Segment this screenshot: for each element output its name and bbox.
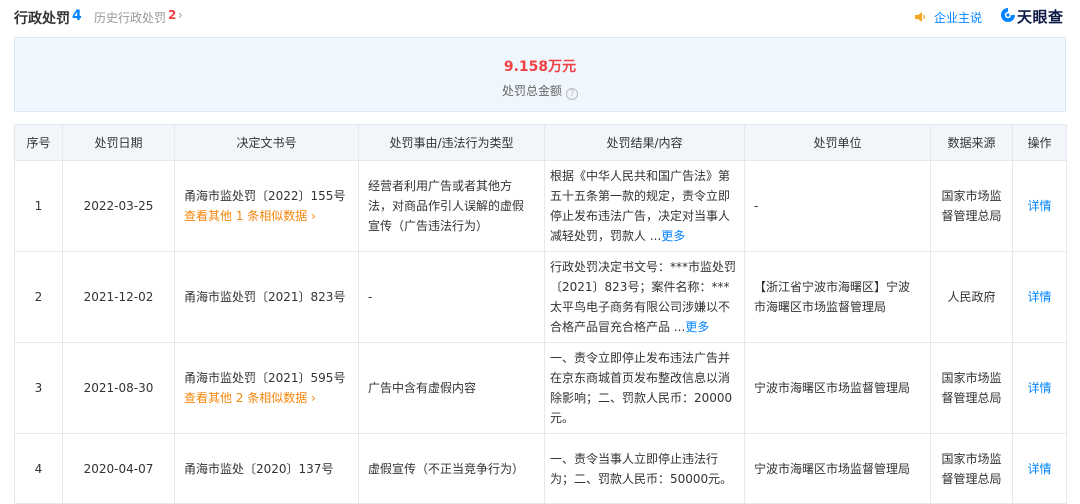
row-unit: 宁波市海曙区市场监督管理局: [744, 342, 931, 434]
row-reason: 虚假宣传（不正当竞争行为）: [358, 433, 545, 504]
row-unit: -: [744, 160, 931, 252]
more-link[interactable]: 更多: [685, 320, 709, 334]
row-result: 一、责令当事人立即停止违法行为；二、罚款人民币：50000元。: [550, 451, 733, 486]
chevron-right-icon[interactable]: ›: [178, 8, 183, 22]
detail-link[interactable]: 详情: [1012, 433, 1067, 504]
section-count: 4: [72, 8, 82, 24]
row-date: 2021-08-30: [62, 342, 175, 434]
row-unit: 【浙江省宁波市海曙区】宁波市海曙区市场监督管理局: [744, 251, 931, 343]
column-header-result: 处罚结果/内容: [544, 124, 745, 161]
total-amount-label: 处罚总金额?: [15, 82, 1065, 100]
row-source: 国家市场监督管理总局: [930, 433, 1013, 504]
row-doc-no: 甬海市监处罚〔2021〕823号: [184, 290, 346, 304]
column-header-index: 序号: [14, 124, 63, 161]
tianyancha-logo-text: 天眼查: [1017, 8, 1064, 26]
owner-claim-link[interactable]: 企业主说: [934, 9, 982, 26]
column-header-reason: 处罚事由/违法行为类型: [358, 124, 545, 161]
row-index: 1: [14, 160, 63, 252]
column-header-source: 数据来源: [930, 124, 1013, 161]
row-index: 4: [14, 433, 63, 504]
column-header-date: 处罚日期: [62, 124, 175, 161]
row-reason: 经营者利用广告或者其他方法，对商品作引人误解的虚假宣传（广告违法行为）: [358, 160, 545, 252]
row-reason: 广告中含有虚假内容: [358, 342, 545, 434]
similar-data-link[interactable]: 查看其他 1 条相似数据 ›: [184, 206, 349, 226]
detail-link[interactable]: 详情: [1012, 160, 1067, 252]
row-result: 一、责令立即停止发布违法广告并在京东商城首页发布整改信息以消除影响；二、罚款人民…: [550, 351, 733, 425]
table-row: 1 2022-03-25 甬海市监处罚〔2022〕155号 查看其他 1 条相似…: [14, 160, 1067, 252]
speaker-icon: [915, 12, 925, 22]
row-date: 2020-04-07: [62, 433, 175, 504]
row-result-cell: 一、责令立即停止发布违法广告并在京东商城首页发布整改信息以消除影响；二、罚款人民…: [544, 342, 745, 434]
row-index: 2: [14, 251, 63, 343]
table-row: 4 2020-04-07 甬海市监处〔2020〕137号 虚假宣传（不正当竞争行…: [14, 433, 1067, 504]
total-amount: 9.158万元: [503, 59, 577, 75]
more-link[interactable]: 更多: [661, 229, 685, 243]
history-penalty-link[interactable]: 历史行政处罚: [94, 9, 166, 26]
history-penalty-count[interactable]: 2: [168, 8, 176, 22]
detail-link[interactable]: 详情: [1012, 342, 1067, 434]
row-date: 2022-03-25: [62, 160, 175, 252]
row-result-cell: 行政处罚决定书文号：***市监处罚〔2021〕823号；案件名称：***太平鸟电…: [544, 251, 745, 343]
row-source: 国家市场监督管理总局: [930, 342, 1013, 434]
row-source: 国家市场监督管理总局: [930, 160, 1013, 252]
column-header-unit: 处罚单位: [744, 124, 931, 161]
total-amount-label-text: 处罚总金额: [501, 84, 562, 98]
row-doc-no: 甬海市监处罚〔2022〕155号: [184, 189, 346, 203]
info-icon[interactable]: ?: [566, 88, 578, 100]
row-doc-no-cell: 甬海市监处罚〔2021〕823号: [174, 251, 359, 343]
penalty-summary-panel: 9.158万元 处罚总金额?: [14, 37, 1066, 112]
similar-data-link[interactable]: 查看其他 2 条相似数据 ›: [184, 388, 349, 408]
penalty-table: 序号 处罚日期 决定文书号 处罚事由/违法行为类型 处罚结果/内容 处罚单位 数…: [14, 124, 1067, 504]
detail-link[interactable]: 详情: [1012, 251, 1067, 343]
section-title: 行政处罚: [14, 11, 70, 27]
row-result-cell: 根据《中华人民共和国广告法》第五十五条第一款的规定，责令立即停止发布违法广告，决…: [544, 160, 745, 252]
row-doc-no: 甬海市监处罚〔2021〕595号: [184, 371, 346, 385]
row-doc-no-cell: 甬海市监处罚〔2022〕155号 查看其他 1 条相似数据 ›: [174, 160, 359, 252]
row-doc-no-cell: 甬海市监处〔2020〕137号: [174, 433, 359, 504]
row-unit: 宁波市海曙区市场监督管理局: [744, 433, 931, 504]
row-result: 根据《中华人民共和国广告法》第五十五条第一款的规定，责令立即停止发布违法广告，决…: [550, 169, 731, 243]
row-doc-no: 甬海市监处〔2020〕137号: [184, 461, 334, 476]
tianyancha-logo-icon: [1001, 7, 1016, 22]
row-doc-no-cell: 甬海市监处罚〔2021〕595号 查看其他 2 条相似数据 ›: [174, 342, 359, 434]
table-row: 3 2021-08-30 甬海市监处罚〔2021〕595号 查看其他 2 条相似…: [14, 342, 1067, 434]
table-row: 2 2021-12-02 甬海市监处罚〔2021〕823号 - 行政处罚决定书文…: [14, 251, 1067, 343]
column-header-action: 操作: [1012, 124, 1067, 161]
column-header-doc-no: 决定文书号: [174, 124, 359, 161]
row-reason: -: [358, 251, 545, 343]
top-bar: 行政处罚 4 历史行政处罚 2 › 企业主说 天眼查: [0, 0, 1080, 34]
row-date: 2021-12-02: [62, 251, 175, 343]
row-result-cell: 一、责令当事人立即停止违法行为；二、罚款人民币：50000元。: [544, 433, 745, 504]
row-index: 3: [14, 342, 63, 434]
table-header-row: 序号 处罚日期 决定文书号 处罚事由/违法行为类型 处罚结果/内容 处罚单位 数…: [14, 124, 1067, 161]
row-source: 人民政府: [930, 251, 1013, 343]
